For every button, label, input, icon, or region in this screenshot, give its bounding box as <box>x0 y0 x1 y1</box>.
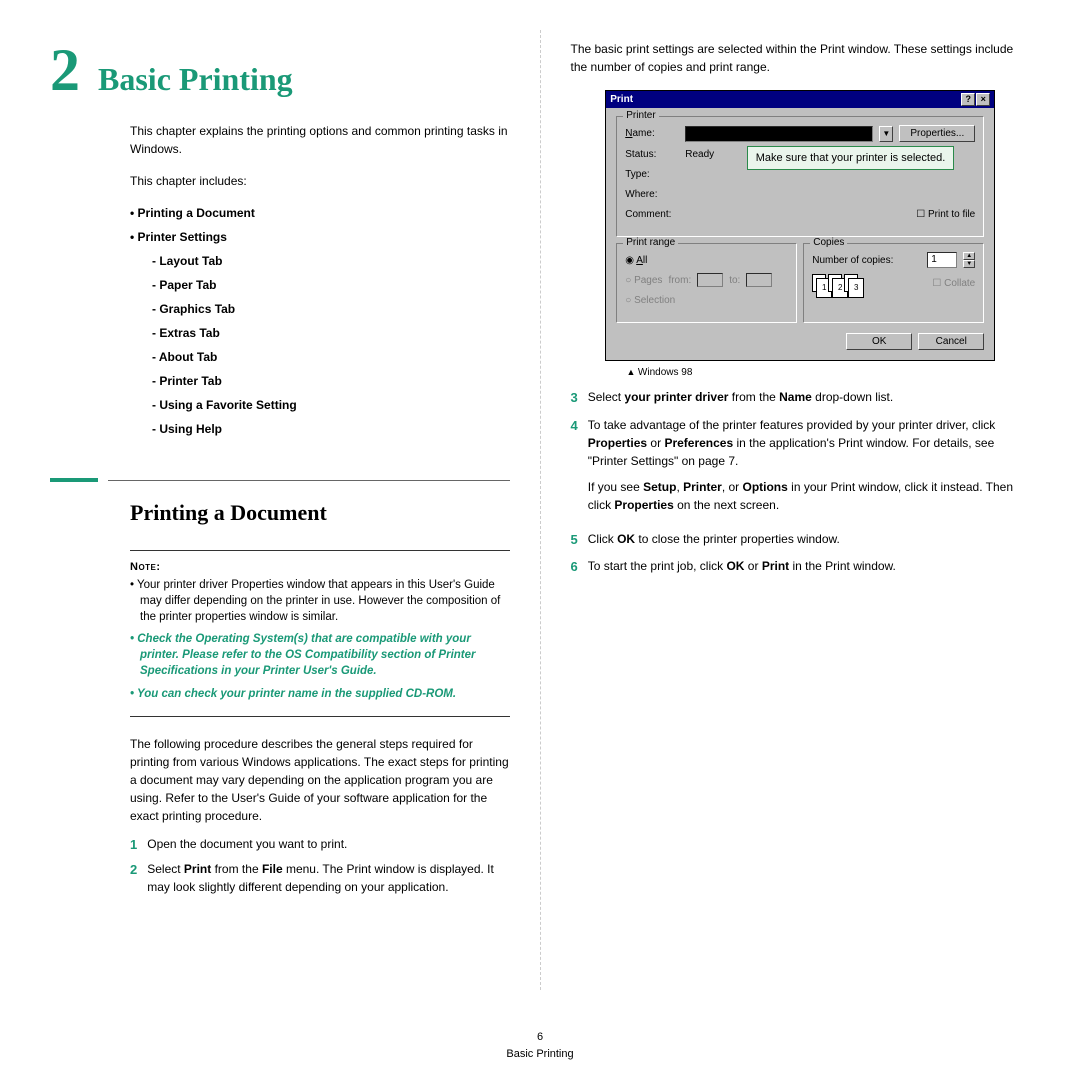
toc-subitem[interactable]: Graphics Tab <box>152 300 510 318</box>
intro-text: This chapter explains the printing optio… <box>130 122 510 158</box>
procedure-intro: The following procedure describes the ge… <box>130 735 510 825</box>
steps-continued: Select your printer driver from the Name… <box>571 388 1031 577</box>
collate-checkbox[interactable]: Collate <box>932 278 975 289</box>
print-range-group: Print range All Pages from: to: Selectio… <box>616 243 797 323</box>
copies-input[interactable]: 1 <box>927 252 957 268</box>
cancel-button[interactable]: Cancel <box>918 333 984 350</box>
toc-subitem[interactable]: Using Help <box>152 420 510 438</box>
section-title: Printing a Document <box>130 500 510 526</box>
dialog-caption: Windows 98 <box>627 367 1031 378</box>
toc-subitem[interactable]: Extras Tab <box>152 324 510 342</box>
collate-icon: 1 2 3 <box>812 274 858 292</box>
step-3: Select your printer driver from the Name… <box>571 388 1031 408</box>
print-dialog: Print ? × Printer NName:ame: ▼ Propertie… <box>605 90 995 361</box>
note-item: Your printer driver Properties window th… <box>130 577 510 625</box>
step-6: To start the print job, click OK or Prin… <box>571 557 1031 577</box>
dialog-title: Print <box>610 94 633 105</box>
toc-list: Printing a Document Printer Settings Lay… <box>130 204 510 438</box>
close-icon[interactable]: × <box>976 93 990 106</box>
toc-item: Printer Settings Layout Tab Paper Tab Gr… <box>130 228 510 438</box>
footer-label: Basic Printing <box>0 1046 1080 1063</box>
toc-subitem[interactable]: Printer Tab <box>152 372 510 390</box>
callout-box: Make sure that your printer is selected. <box>747 146 955 170</box>
note-label: Note: <box>130 561 161 573</box>
toc-subitem[interactable]: Layout Tab <box>152 252 510 270</box>
right-column: The basic print settings are selected wi… <box>561 30 1041 990</box>
section-divider <box>50 478 510 482</box>
chapter-header: 2 Basic Printing <box>50 40 510 100</box>
ok-button[interactable]: OK <box>846 333 912 350</box>
name-label: NName:ame: <box>625 128 679 139</box>
print-to-file-checkbox[interactable]: Print to file <box>916 209 975 220</box>
column-divider <box>540 30 541 990</box>
help-icon[interactable]: ? <box>961 93 975 106</box>
chapter-title: Basic Printing <box>98 61 293 98</box>
chapter-number: 2 <box>50 40 80 100</box>
printer-name-combo[interactable] <box>685 126 873 142</box>
page-footer: 6 Basic Printing <box>0 1029 1080 1062</box>
col2-intro: The basic print settings are selected wi… <box>571 40 1031 76</box>
printer-group: Printer NName:ame: ▼ Properties... Statu… <box>616 116 984 237</box>
toc-item[interactable]: Printing a Document <box>130 204 510 222</box>
dialog-titlebar: Print ? × <box>606 91 994 108</box>
radio-all[interactable]: All <box>625 255 647 266</box>
properties-button[interactable]: Properties... <box>899 125 975 142</box>
toc-subitem[interactable]: Using a Favorite Setting <box>152 396 510 414</box>
radio-selection[interactable]: Selection <box>625 295 675 306</box>
step-5: Click OK to close the printer properties… <box>571 530 1031 550</box>
note-box: Note: Your printer driver Properties win… <box>130 550 510 717</box>
steps-list: Open the document you want to print. Sel… <box>130 835 510 897</box>
step-1: Open the document you want to print. <box>130 835 510 855</box>
left-column: 2 Basic Printing This chapter explains t… <box>40 30 520 990</box>
chevron-down-icon[interactable]: ▼ <box>879 126 893 142</box>
page-number: 6 <box>0 1029 1080 1046</box>
copies-group: Copies Number of copies: 1 ▲▼ 1 2 3 <box>803 243 984 323</box>
note-item-highlight: Check the Operating System(s) that are c… <box>130 631 510 679</box>
copies-spinner[interactable]: ▲▼ <box>963 252 975 268</box>
intro-text-2: This chapter includes: <box>130 172 510 190</box>
radio-pages[interactable]: Pages <box>625 275 662 286</box>
toc-subitem[interactable]: About Tab <box>152 348 510 366</box>
step-2: Select Print from the File menu. The Pri… <box>130 860 510 896</box>
step-4: To take advantage of the printer feature… <box>571 416 1031 522</box>
toc-subitem[interactable]: Paper Tab <box>152 276 510 294</box>
note-item-highlight: You can check your printer name in the s… <box>130 686 510 702</box>
